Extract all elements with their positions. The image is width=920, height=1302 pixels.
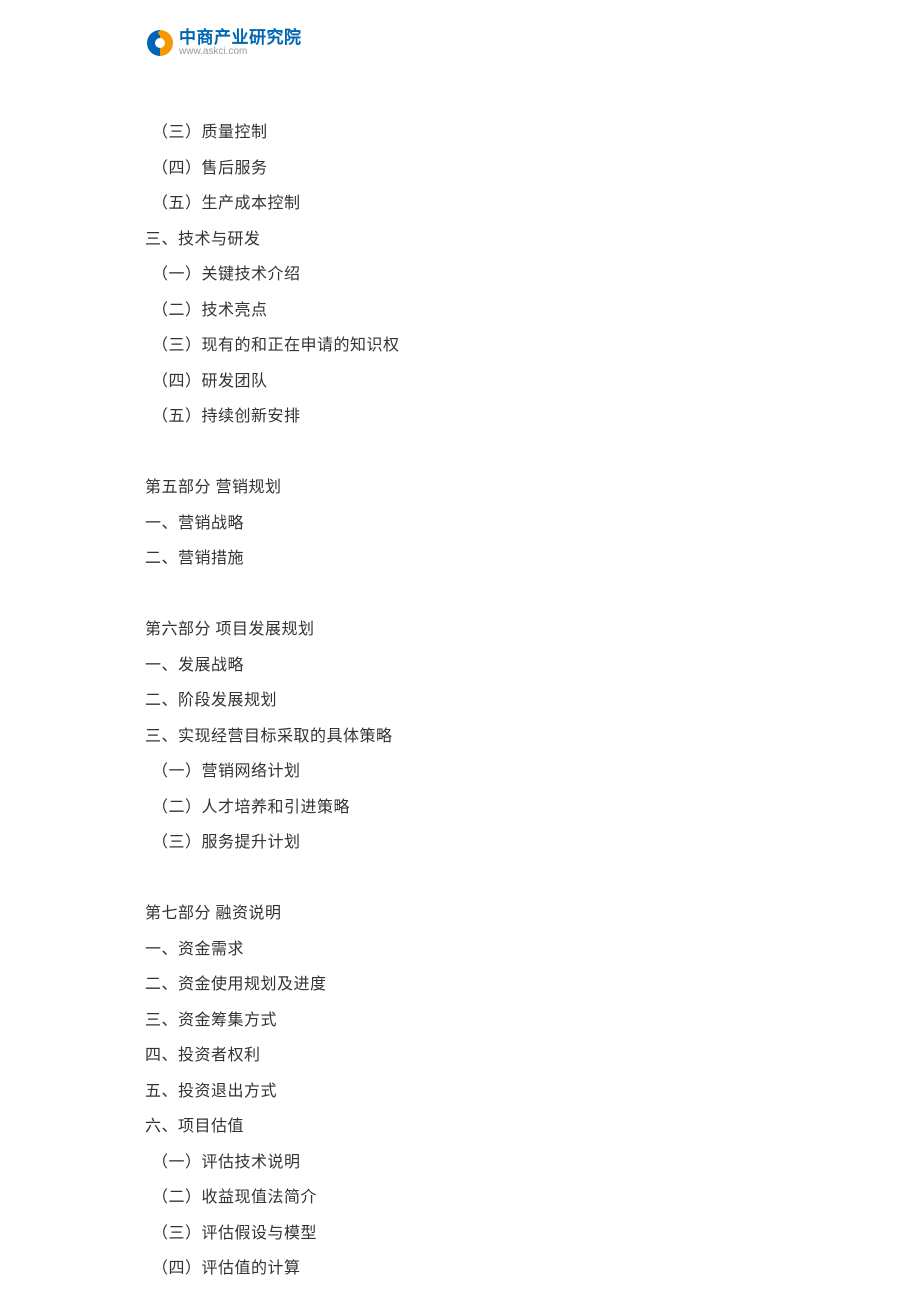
blank-line (145, 577, 775, 613)
toc-line: 一、营销战略 (145, 506, 775, 542)
toc-line: 二、营销措施 (145, 541, 775, 577)
toc-line: （三）服务提升计划 (145, 825, 775, 861)
logo-url: www.askci.com (179, 47, 302, 57)
logo-area: 中商产业研究院 www.askci.com (145, 28, 302, 58)
toc-line: 二、资金使用规划及进度 (145, 967, 775, 1003)
toc-line: 三、技术与研发 (145, 222, 775, 258)
toc-line: 一、资金需求 (145, 932, 775, 968)
toc-line: 第六部分 项目发展规划 (145, 612, 775, 648)
logo-title: 中商产业研究院 (179, 29, 302, 46)
toc-line: （二）收益现值法简介 (145, 1180, 775, 1216)
logo-text-block: 中商产业研究院 www.askci.com (179, 29, 302, 57)
toc-line: 三、资金筹集方式 (145, 1003, 775, 1039)
toc-line: （一）关键技术介绍 (145, 257, 775, 293)
toc-line: （四）研发团队 (145, 364, 775, 400)
toc-line: （三）评估假设与模型 (145, 1216, 775, 1252)
toc-line: 一、发展战略 (145, 648, 775, 684)
blank-line (145, 435, 775, 471)
toc-line: （五）生产成本控制 (145, 186, 775, 222)
toc-line: 第五部分 营销规划 (145, 470, 775, 506)
blank-line (145, 861, 775, 897)
toc-line: （三）现有的和正在申请的知识权 (145, 328, 775, 364)
toc-line: 二、阶段发展规划 (145, 683, 775, 719)
toc-line: （二）技术亮点 (145, 293, 775, 329)
toc-line: （一）评估技术说明 (145, 1145, 775, 1181)
toc-line: （二）人才培养和引进策略 (145, 790, 775, 826)
toc-line: （四）售后服务 (145, 151, 775, 187)
toc-line: 六、项目估值 (145, 1109, 775, 1145)
toc-line: 四、投资者权利 (145, 1038, 775, 1074)
logo-icon (145, 28, 175, 58)
document-content: （三）质量控制（四）售后服务（五）生产成本控制三、技术与研发（一）关键技术介绍（… (145, 115, 775, 1287)
toc-line: （五）持续创新安排 (145, 399, 775, 435)
toc-line: （一）营销网络计划 (145, 754, 775, 790)
toc-line: （四）评估值的计算 (145, 1251, 775, 1287)
toc-line: 第七部分 融资说明 (145, 896, 775, 932)
toc-line: 五、投资退出方式 (145, 1074, 775, 1110)
toc-line: （三）质量控制 (145, 115, 775, 151)
toc-line: 三、实现经营目标采取的具体策略 (145, 719, 775, 755)
